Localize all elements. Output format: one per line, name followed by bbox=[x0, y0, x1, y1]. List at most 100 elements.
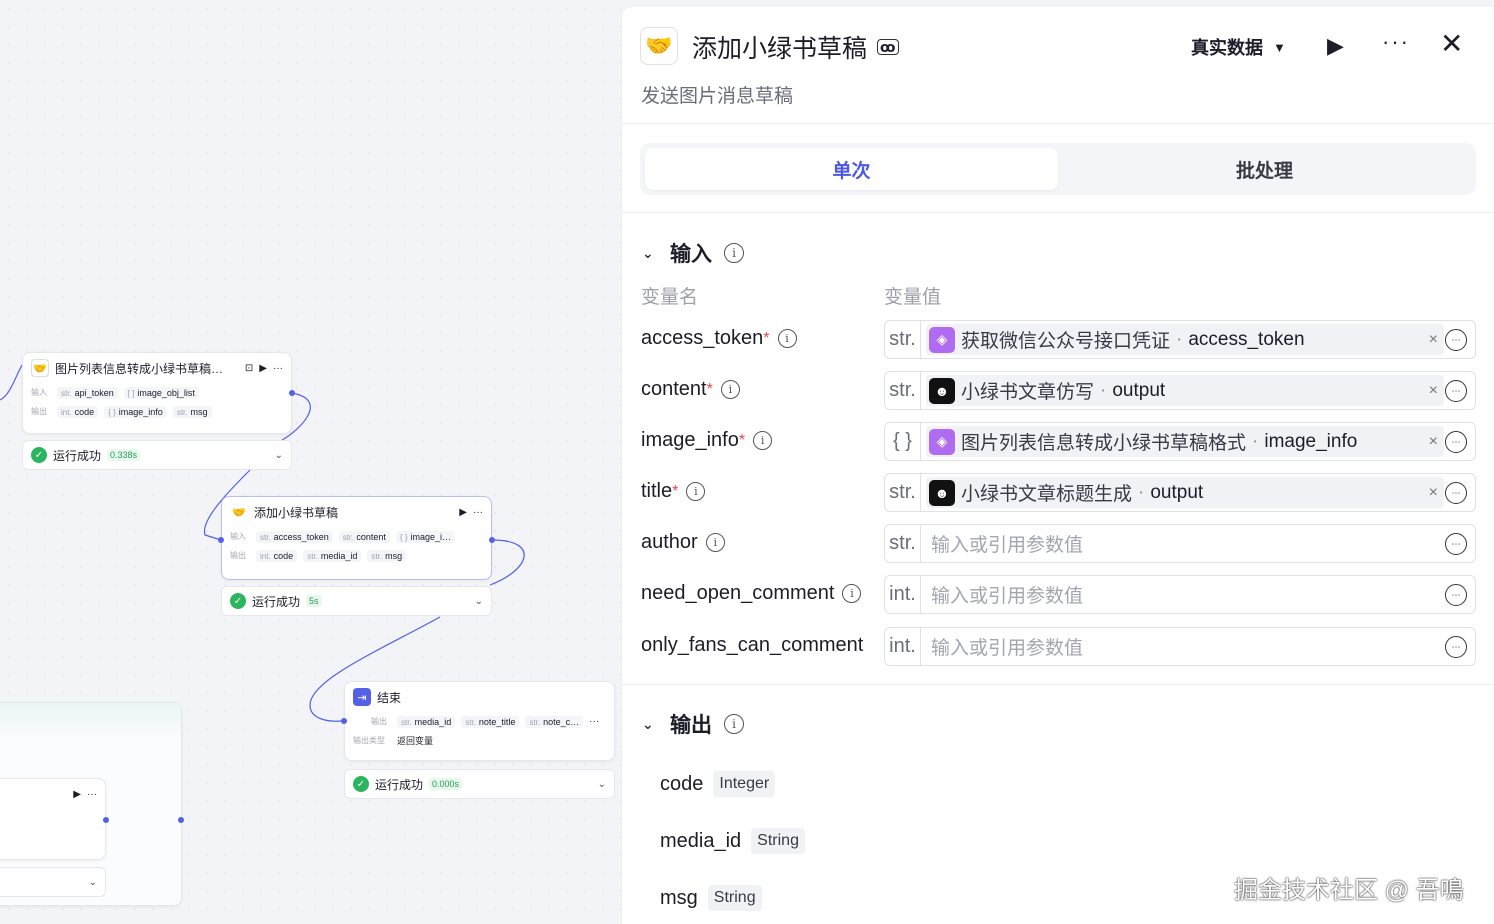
var-type: { } bbox=[885, 423, 921, 460]
handshake-icon: 🤝 bbox=[640, 27, 678, 65]
value-input-placeholder[interactable]: 输入或引用参数值 bbox=[931, 581, 1083, 608]
input-section-header[interactable]: ⌄ 输入 i bbox=[642, 238, 744, 268]
more-button[interactable]: ··· bbox=[273, 363, 283, 374]
info-icon[interactable]: i bbox=[842, 584, 862, 603]
clear-icon[interactable]: × bbox=[1429, 331, 1438, 349]
output-label: 输出 bbox=[230, 551, 246, 560]
info-icon[interactable]: i bbox=[686, 482, 706, 501]
input-port[interactable] bbox=[218, 537, 224, 543]
clear-icon[interactable]: × bbox=[1429, 484, 1438, 502]
panel-title-text: 添加小绿书草稿 bbox=[692, 35, 868, 63]
node-image-list-convert[interactable]: 🤝 图片列表信息转成小绿书草稿… ⊡ ▶ ··· 输入 str. api_toke… bbox=[22, 352, 292, 434]
ref-node: 小绿书文章仿写 bbox=[961, 382, 1095, 403]
output-name: media_id bbox=[660, 829, 742, 852]
output-section-header[interactable]: ⌄ 输出 i bbox=[642, 709, 744, 739]
run-button[interactable]: ▶ bbox=[1327, 33, 1344, 59]
input-row-title: title * i str. ☻ 小绿书文章标题生成 · output × ⋯ bbox=[622, 473, 1494, 513]
chevron-down-icon[interactable]: ⌄ bbox=[275, 450, 283, 461]
return-type-value: 返回变量 bbox=[397, 736, 434, 746]
info-icon[interactable]: i bbox=[777, 329, 797, 348]
output-chip: str. note_title bbox=[461, 715, 520, 728]
input-port[interactable] bbox=[178, 817, 184, 823]
chevron-down-icon[interactable]: ⌄ bbox=[642, 716, 658, 733]
tab-batch[interactable]: 批处理 bbox=[1058, 148, 1471, 190]
clear-icon[interactable]: × bbox=[1429, 382, 1438, 400]
info-icon[interactable]: i bbox=[724, 243, 744, 263]
value-input-placeholder[interactable]: 输入或引用参数值 bbox=[931, 633, 1083, 660]
node-run-status[interactable]: ✓ 运行成功 0.338s ⌄ bbox=[22, 440, 292, 470]
tab-single[interactable]: 单次 bbox=[645, 148, 1058, 190]
input-section-title: 输入 bbox=[670, 243, 712, 266]
output-port[interactable] bbox=[289, 390, 295, 396]
ref-tag[interactable]: ◈ 图片列表信息转成小绿书草稿格式 · image_info × bbox=[926, 426, 1444, 457]
run-node-button[interactable]: ▶ bbox=[459, 507, 467, 518]
var-value-field[interactable]: int. 输入或引用参数值 ⋯ bbox=[884, 575, 1476, 614]
info-icon[interactable]: i bbox=[705, 533, 725, 552]
workflow-canvas[interactable]: 🤝 图片列表信息转成小绿书草稿… ⊡ ▶ ··· 输入 str. api_toke… bbox=[0, 0, 621, 924]
node-end[interactable]: ⇥ 结束 输出 str. media_id str. note_title str.… bbox=[344, 681, 615, 761]
var-value-field[interactable]: str. ◈ 获取微信公众号接口凭证 · access_token × ⋯ bbox=[884, 320, 1476, 359]
reference-icon[interactable]: ⋯ bbox=[1445, 329, 1467, 351]
var-value-field[interactable]: str. 输入或引用参数值 ⋯ bbox=[884, 524, 1476, 563]
ref-output: output bbox=[1150, 481, 1204, 503]
reference-icon[interactable]: ⋯ bbox=[1445, 431, 1467, 453]
var-name: image_info * i bbox=[641, 429, 773, 452]
chevron-down-icon[interactable]: ⌄ bbox=[475, 596, 483, 607]
more-button[interactable]: ··· bbox=[473, 507, 483, 518]
panel-header: 🤝 添加小绿书草稿 ꝏ 发送图片消息草稿 真实数据 ▼ ▶ ··· ✕ bbox=[622, 7, 1494, 124]
output-port[interactable] bbox=[103, 817, 109, 823]
var-value-field[interactable]: str. ☻ 小绿书文章标题生成 · output × ⋯ bbox=[884, 473, 1476, 512]
end-icon: ⇥ bbox=[353, 688, 371, 706]
panel-title: 添加小绿书草稿 ꝏ bbox=[692, 29, 899, 65]
chevron-down-icon[interactable]: ⌄ bbox=[89, 877, 97, 888]
input-row-image-info: image_info * i { } ◈ 图片列表信息转成小绿书草稿格式 · image… bbox=[622, 422, 1494, 462]
data-mode-label: 真实数据 bbox=[1191, 38, 1263, 58]
close-icon[interactable]: ✕ bbox=[1440, 27, 1463, 60]
ref-tag[interactable]: ☻ 小绿书文章标题生成 · output × bbox=[926, 477, 1444, 508]
var-value-field[interactable]: { } ◈ 图片列表信息转成小绿书草稿格式 · image_info × ⋯ bbox=[884, 422, 1476, 461]
more-button[interactable]: ··· bbox=[87, 789, 97, 800]
run-node-button[interactable]: ▶ bbox=[259, 363, 267, 374]
value-input-placeholder[interactable]: 输入或引用参数值 bbox=[931, 530, 1083, 557]
chevron-down-icon[interactable]: ⌄ bbox=[598, 779, 606, 790]
info-icon[interactable]: i bbox=[753, 431, 773, 450]
reference-icon[interactable]: ⋯ bbox=[1445, 380, 1467, 402]
partial-node-status[interactable]: ⌄ bbox=[0, 867, 106, 897]
output-port[interactable] bbox=[489, 537, 495, 543]
input-port[interactable] bbox=[341, 718, 347, 724]
chevron-down-icon[interactable]: ⌄ bbox=[642, 245, 658, 262]
reference-icon[interactable]: ⋯ bbox=[1445, 584, 1467, 606]
more-icon[interactable]: ··· bbox=[1382, 29, 1410, 55]
data-mode-select[interactable]: 真实数据 ▼ bbox=[1191, 34, 1286, 60]
partial-node[interactable]: ▶ ··· bbox=[0, 778, 106, 860]
node-run-status[interactable]: ✓ 运行成功 0.000s ⌄ bbox=[344, 769, 615, 799]
var-value-field[interactable]: str. ☻ 小绿书文章仿写 · output × ⋯ bbox=[884, 371, 1476, 410]
reference-icon[interactable]: ⋯ bbox=[1445, 482, 1467, 504]
output-type: String bbox=[707, 885, 762, 911]
node-add-draft[interactable]: 🤝 添加小绿书草稿 ▶ ··· 输入 str. access_token str.… bbox=[221, 496, 492, 580]
var-type: int. bbox=[885, 628, 921, 665]
node-run-status[interactable]: ✓ 运行成功 5s ⌄ bbox=[221, 586, 492, 616]
ghost-icon: ☻ bbox=[929, 377, 955, 404]
reference-icon[interactable]: ⋯ bbox=[1445, 533, 1467, 555]
run-node-button[interactable]: ▶ bbox=[73, 789, 81, 800]
output-chip: int. code bbox=[256, 549, 298, 562]
info-icon[interactable]: i bbox=[720, 380, 740, 399]
success-icon: ✓ bbox=[230, 593, 246, 609]
output-chip: { } image_info bbox=[104, 405, 167, 418]
var-value-field[interactable]: int. 输入或引用参数值 ⋯ bbox=[884, 627, 1476, 666]
clear-icon[interactable]: × bbox=[1429, 433, 1438, 451]
divider bbox=[622, 212, 1494, 213]
info-icon[interactable]: i bbox=[724, 714, 744, 734]
reference-icon[interactable]: ⋯ bbox=[1445, 636, 1467, 658]
ref-tag[interactable]: ☻ 小绿书文章仿写 · output × bbox=[926, 375, 1444, 406]
more-button[interactable]: ··· bbox=[589, 716, 599, 727]
input-row-only-fans-can-comment: only_fans_can_comment int. 输入或引用参数值 ⋯ bbox=[622, 627, 1494, 667]
ref-tag[interactable]: ◈ 获取微信公众号接口凭证 · access_token × bbox=[926, 324, 1444, 355]
success-icon: ✓ bbox=[31, 447, 47, 463]
output-section-title: 输出 bbox=[670, 714, 712, 737]
var-name: title * i bbox=[641, 480, 706, 503]
input-chip: [ ] image_obj_list bbox=[123, 386, 199, 399]
output-name: code bbox=[660, 772, 704, 795]
ref-node: 图片列表信息转成小绿书草稿格式 bbox=[961, 433, 1247, 454]
